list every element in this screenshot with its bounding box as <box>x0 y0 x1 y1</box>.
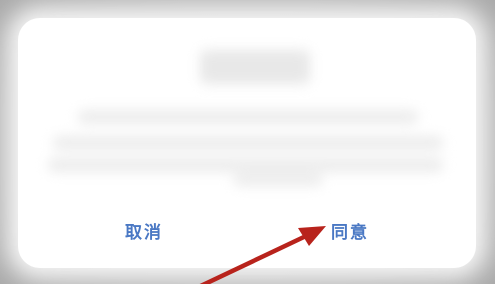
dialog-text-line-blurred <box>48 158 443 172</box>
agree-button[interactable]: 同意 <box>331 218 369 243</box>
dialog-text-line-blurred <box>78 110 418 124</box>
dialog-text-line-blurred <box>233 174 323 186</box>
cancel-button[interactable]: 取消 <box>125 218 163 243</box>
confirm-dialog: 取消 同意 <box>18 18 476 268</box>
dialog-title-blurred <box>200 50 310 84</box>
dialog-text-line-blurred <box>53 136 443 150</box>
dialog-body-blurred <box>18 18 476 208</box>
